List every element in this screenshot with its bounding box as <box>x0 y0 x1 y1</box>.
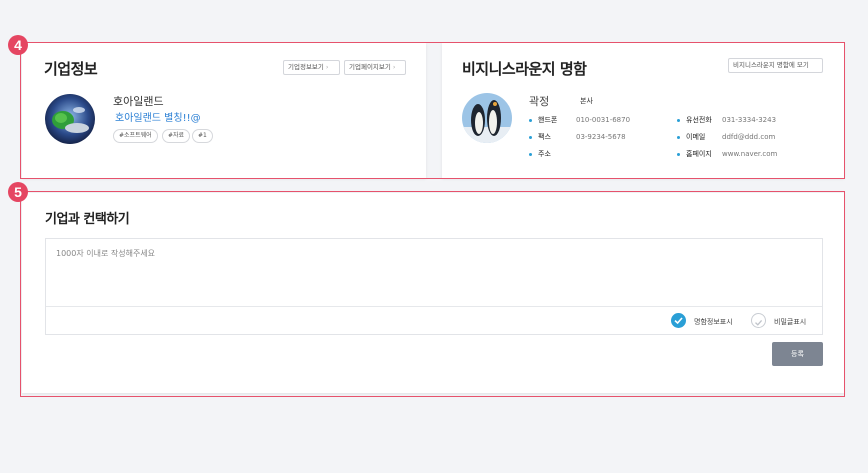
annotation-marker-4: 4 <box>8 35 28 55</box>
annotation-frame-5 <box>20 191 845 397</box>
annotation-frame-4 <box>20 42 845 179</box>
annotation-marker-5: 5 <box>8 182 28 202</box>
